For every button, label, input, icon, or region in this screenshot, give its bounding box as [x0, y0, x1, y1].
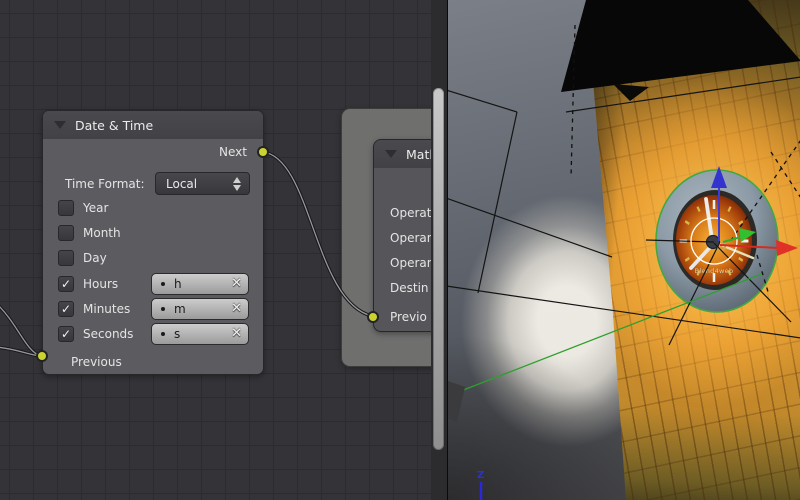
viewport-3d[interactable]: Blend4web	[447, 0, 800, 500]
collapse-triangle-icon[interactable]	[54, 121, 66, 129]
axis-indicator: Z	[477, 470, 484, 500]
region-divider	[431, 0, 447, 500]
viewport-overlay: Blend4web	[448, 0, 800, 500]
field-value: s	[174, 327, 180, 341]
time-format-value: Local	[166, 177, 197, 191]
clear-x-icon[interactable]: ✕	[231, 276, 242, 291]
socket-next-output[interactable]	[257, 146, 269, 158]
z-axis-label: Z	[477, 470, 484, 481]
checkbox-month[interactable]	[58, 225, 74, 241]
hours-suffix-field[interactable]: h ✕	[151, 273, 249, 295]
checkbox-label: Seconds	[83, 327, 133, 341]
grid-y-axis-line	[448, 273, 764, 396]
field-value: h	[174, 277, 182, 291]
shadow-object	[448, 381, 465, 422]
node-editor-canvas[interactable]: Date & Time Next Time Format: Local Year…	[0, 0, 447, 500]
math-row: Destin	[390, 281, 429, 295]
checkbox-year[interactable]	[58, 200, 74, 216]
clock-brand-text: Blend4web	[695, 267, 734, 275]
checkbox-label: Minutes	[83, 302, 130, 316]
checkbox-day[interactable]	[58, 250, 74, 266]
output-label-next: Next	[219, 145, 247, 159]
gizmo-x-arrowhead-icon[interactable]	[776, 240, 798, 256]
checkbox-minutes[interactable]: ✓	[58, 301, 74, 317]
blender-window: Date & Time Next Time Format: Local Year…	[0, 0, 800, 500]
collapse-triangle-icon[interactable]	[385, 150, 397, 158]
wireframe-edge	[448, 198, 612, 257]
clear-x-icon[interactable]: ✕	[231, 326, 242, 341]
socket-previous-input[interactable]	[36, 350, 48, 362]
node-date-time-header[interactable]: Date & Time	[43, 111, 263, 139]
field-dot-icon	[161, 282, 165, 286]
socket-math-previous-input[interactable]	[367, 311, 379, 323]
lamp-tip	[613, 84, 649, 101]
checkbox-label: Day	[83, 251, 107, 265]
dropdown-arrows-icon	[233, 176, 242, 192]
checkbox-seconds[interactable]: ✓	[58, 326, 74, 342]
checkbox-label: Hours	[83, 277, 118, 291]
spotlight-lamp-silhouette[interactable]	[561, 0, 800, 92]
checkbox-label: Year	[83, 201, 108, 215]
node-title: Date & Time	[75, 118, 153, 133]
math-row: Previo	[390, 310, 427, 324]
input-label-previous: Previous	[71, 355, 122, 369]
math-row: Operan	[390, 256, 434, 270]
checkbox-label: Month	[83, 226, 121, 240]
time-format-label: Time Format:	[65, 177, 145, 191]
field-dot-icon	[161, 332, 165, 336]
vertical-scrollbar[interactable]	[433, 88, 444, 450]
lamp-constraint-dashed-line	[771, 152, 800, 198]
wireframe-edge	[478, 112, 517, 293]
time-format-dropdown[interactable]: Local	[155, 172, 250, 195]
math-row: Operan	[390, 231, 434, 245]
seconds-suffix-field[interactable]: s ✕	[151, 323, 249, 345]
field-value: m	[174, 302, 186, 316]
field-dot-icon	[161, 307, 165, 311]
clear-x-icon[interactable]: ✕	[231, 301, 242, 316]
checkbox-hours[interactable]: ✓	[58, 276, 74, 292]
minutes-suffix-field[interactable]: m ✕	[151, 298, 249, 320]
math-row: Operat	[390, 206, 431, 220]
wireframe-edge	[448, 90, 517, 112]
node-date-time[interactable]: Date & Time Next Time Format: Local Year…	[42, 110, 264, 375]
